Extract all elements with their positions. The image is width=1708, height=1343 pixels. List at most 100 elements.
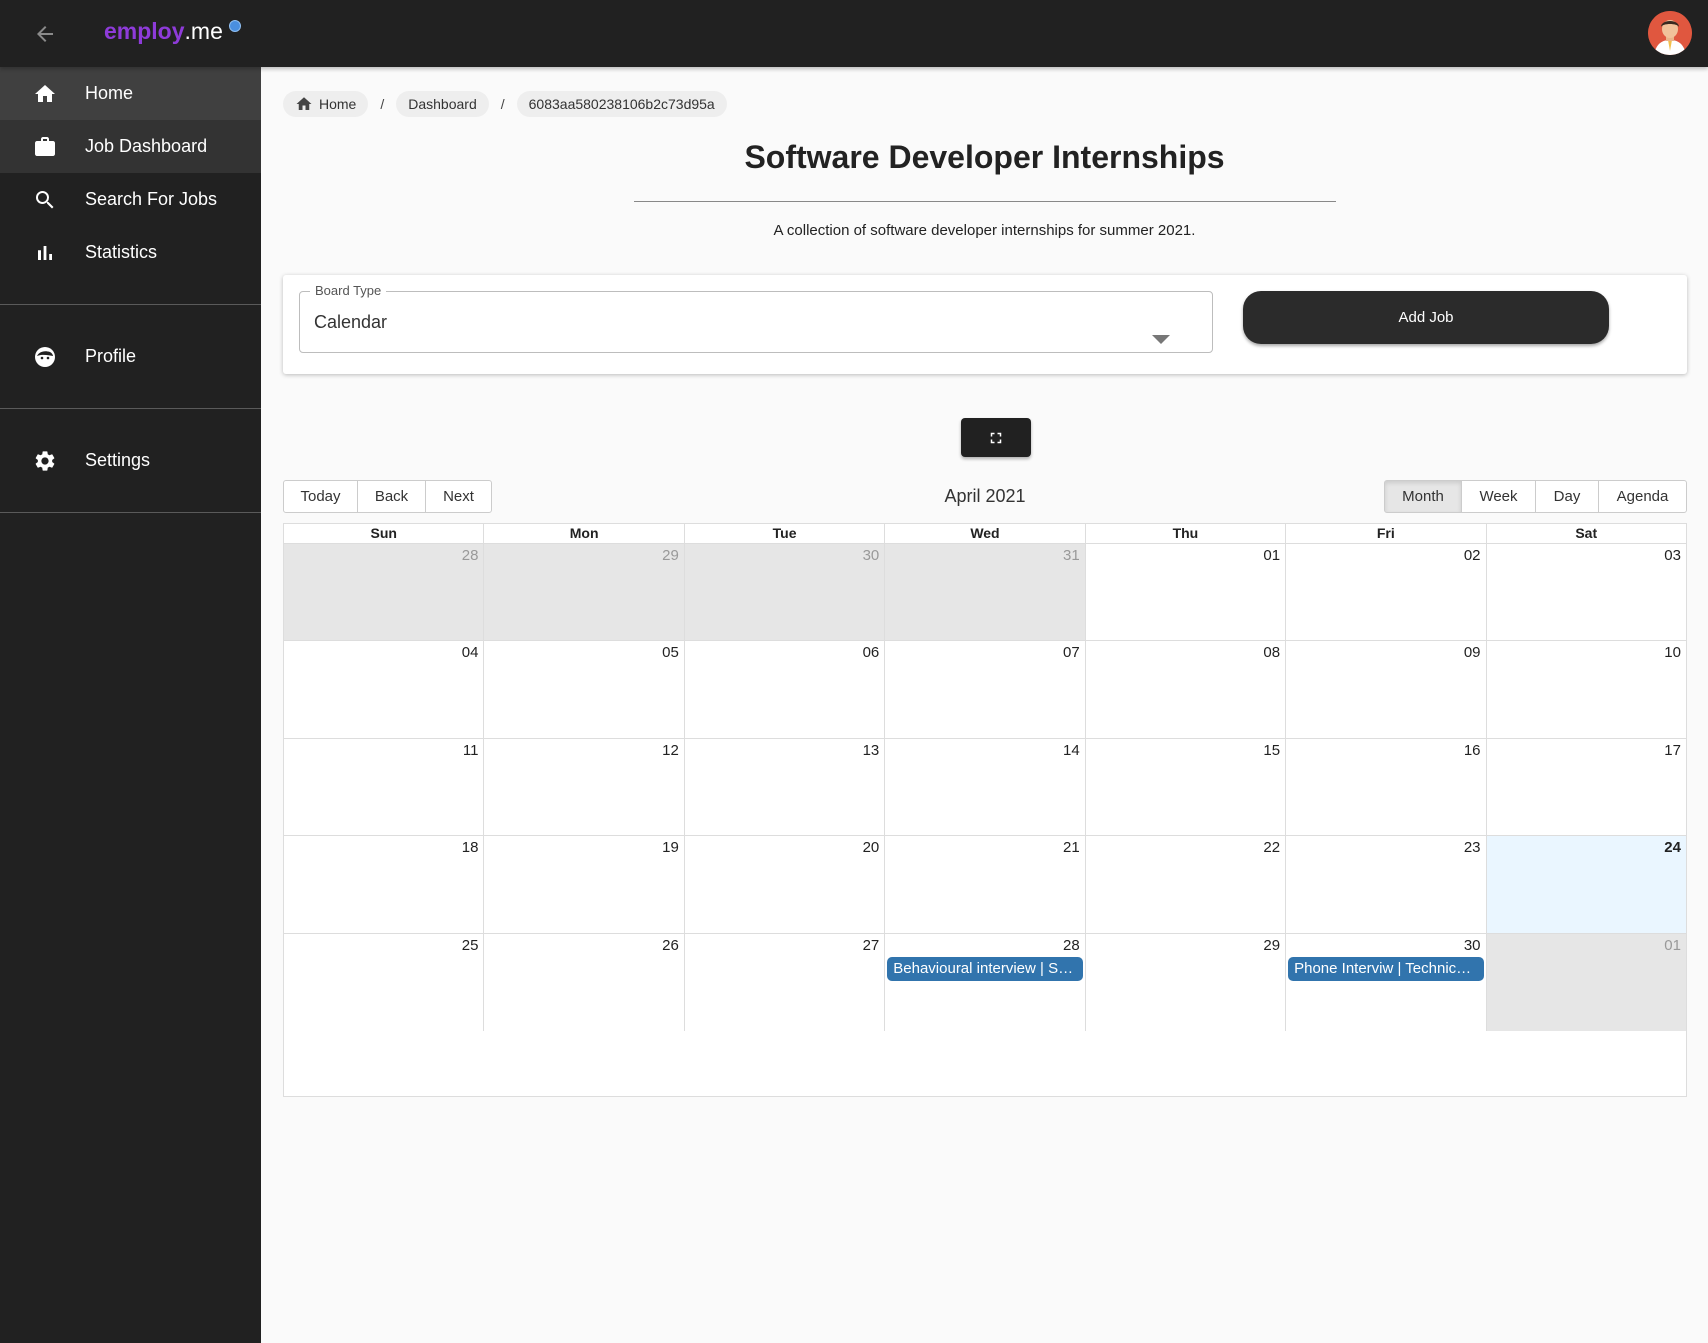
day-cell[interactable]: 22 (1084, 836, 1285, 933)
day-number[interactable]: 29 (662, 547, 679, 564)
sidebar-item-profile[interactable]: Profile (0, 330, 261, 383)
day-number[interactable]: 18 (462, 839, 479, 856)
day-number[interactable]: 13 (863, 742, 880, 759)
add-job-button[interactable]: Add Job (1243, 291, 1609, 344)
day-cell[interactable]: 17 (1485, 738, 1686, 836)
day-cell[interactable]: 01 (1485, 933, 1686, 1031)
day-cell-today[interactable]: 24 (1485, 836, 1686, 933)
day-cell[interactable]: 27 (683, 933, 884, 1031)
view-week-button[interactable]: Week (1461, 480, 1536, 513)
day-number[interactable]: 14 (1063, 742, 1080, 759)
day-number[interactable]: 30 (863, 547, 880, 564)
breadcrumb-home-label: Home (319, 96, 357, 112)
day-cell[interactable]: 14 (884, 738, 1084, 836)
day-number[interactable]: 26 (662, 937, 679, 954)
day-number[interactable]: 01 (1263, 547, 1280, 564)
board-controls-card: Board Type Calendar Add Job (283, 275, 1687, 374)
day-number[interactable]: 05 (662, 644, 679, 661)
day-number[interactable]: 10 (1664, 644, 1681, 661)
day-number[interactable]: 17 (1664, 742, 1681, 759)
day-cell[interactable]: 13 (683, 738, 884, 836)
day-cell[interactable]: 11 (284, 739, 483, 835)
day-number[interactable]: 06 (863, 644, 880, 661)
day-cell[interactable]: 28 Behavioural interview | Software Devel… (884, 933, 1084, 1031)
day-cell[interactable]: 18 (284, 836, 483, 932)
day-number[interactable]: 11 (463, 742, 479, 759)
day-cell[interactable]: 04 (284, 641, 483, 737)
day-number[interactable]: 21 (1063, 839, 1080, 856)
day-number[interactable]: 15 (1263, 742, 1280, 759)
day-number[interactable]: 22 (1263, 839, 1280, 856)
app-logo[interactable]: employ.me (104, 18, 241, 45)
day-number[interactable]: 08 (1263, 644, 1280, 661)
day-cell[interactable]: 26 (483, 933, 683, 1031)
day-cell[interactable]: 29 (1084, 933, 1285, 1031)
day-cell[interactable]: 08 (1084, 641, 1285, 738)
day-number[interactable]: 28 (1063, 937, 1080, 954)
day-cell[interactable]: 25 (284, 934, 483, 1031)
weekday-header: Sun (370, 525, 397, 541)
day-cell[interactable]: 03 (1485, 544, 1686, 641)
back-button[interactable]: Back (357, 480, 426, 513)
day-cell[interactable]: 30 Phone Interviw | Technical Intern (1285, 933, 1485, 1031)
day-cell[interactable]: 23 (1285, 836, 1485, 933)
breadcrumb-home[interactable]: Home (283, 91, 369, 117)
day-number[interactable]: 28 (462, 547, 479, 564)
day-cell[interactable]: 16 (1285, 738, 1485, 836)
day-cell[interactable]: 09 (1285, 641, 1485, 738)
day-cell[interactable]: 20 (683, 836, 884, 933)
day-number[interactable]: 31 (1063, 547, 1080, 564)
day-number[interactable]: 04 (462, 644, 479, 661)
sidebar-item-job-dashboard[interactable]: Job Dashboard (0, 120, 261, 173)
day-cell[interactable]: 07 (884, 641, 1084, 738)
day-number[interactable]: 12 (662, 742, 679, 759)
fullscreen-button[interactable] (961, 418, 1031, 457)
day-number[interactable]: 07 (1063, 644, 1080, 661)
calendar-event[interactable]: Behavioural interview | Software Develop… (887, 956, 1083, 981)
next-button[interactable]: Next (425, 480, 492, 513)
day-cell[interactable]: 19 (483, 836, 683, 933)
view-day-button[interactable]: Day (1535, 480, 1599, 513)
breadcrumb-dashboard[interactable]: Dashboard (396, 91, 489, 117)
day-cell[interactable]: 01 (1084, 544, 1285, 641)
sidebar-item-settings[interactable]: Settings (0, 434, 261, 487)
sidebar-item-search-for-jobs[interactable]: Search For Jobs (0, 173, 261, 226)
day-number[interactable]: 01 (1664, 937, 1681, 954)
user-avatar[interactable] (1648, 11, 1692, 55)
day-cell[interactable]: 30 (683, 544, 885, 641)
board-type-select[interactable]: Board Type Calendar (299, 283, 1213, 353)
day-cell[interactable]: 29 (483, 544, 684, 641)
view-agenda-button[interactable]: Agenda (1598, 480, 1687, 513)
sidebar-item-home[interactable]: Home (0, 67, 261, 120)
back-arrow-icon[interactable] (22, 14, 68, 54)
today-button[interactable]: Today (283, 480, 358, 513)
weekday-header: Thu (1084, 524, 1285, 543)
day-cell[interactable]: 12 (483, 738, 683, 836)
day-number[interactable]: 16 (1464, 742, 1481, 759)
calendar-nav-group: Today Back Next (283, 480, 492, 513)
day-cell[interactable]: 02 (1285, 544, 1485, 641)
week-row: 11 12 13 14 15 16 17 (284, 738, 1686, 837)
day-number[interactable]: 23 (1464, 839, 1481, 856)
day-cell[interactable]: 05 (483, 641, 683, 738)
day-number[interactable]: 02 (1464, 547, 1481, 564)
day-cell[interactable]: 15 (1084, 738, 1285, 836)
day-number[interactable]: 09 (1464, 644, 1481, 661)
day-cell[interactable]: 31 (884, 544, 1085, 641)
view-month-button[interactable]: Month (1384, 480, 1462, 513)
day-cell[interactable]: 10 (1485, 641, 1686, 738)
day-number[interactable]: 03 (1664, 547, 1681, 564)
breadcrumb-board-id[interactable]: 6083aa580238106b2c73d95a (516, 91, 727, 117)
sidebar-item-statistics[interactable]: Statistics (0, 226, 261, 279)
day-cell[interactable]: 21 (884, 836, 1084, 933)
day-cell[interactable]: 06 (683, 641, 884, 738)
day-cell[interactable]: 28 (284, 544, 484, 641)
day-number[interactable]: 29 (1263, 937, 1280, 954)
day-number[interactable]: 20 (863, 839, 880, 856)
calendar-event[interactable]: Phone Interviw | Technical Intern (1288, 956, 1484, 981)
day-number[interactable]: 25 (462, 937, 479, 954)
day-number[interactable]: 27 (863, 937, 880, 954)
day-number[interactable]: 24 (1664, 839, 1681, 856)
day-number[interactable]: 30 (1464, 937, 1481, 954)
day-number[interactable]: 19 (662, 839, 679, 856)
